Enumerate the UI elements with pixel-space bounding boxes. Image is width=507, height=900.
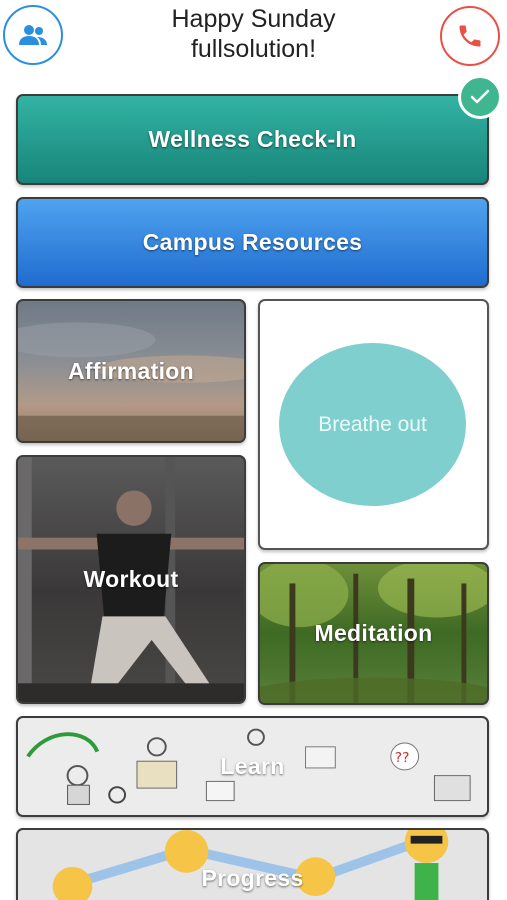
meditation-label: Meditation (314, 620, 433, 646)
affirmation-label: Affirmation (68, 357, 194, 384)
learn-label: Learn (220, 753, 285, 779)
workout-label: Workout (83, 566, 179, 592)
friends-icon (19, 25, 47, 45)
greeting-line-2: fullsolution! (190, 35, 317, 63)
friends-button[interactable] (3, 5, 63, 65)
campus-resources-label: Campus Resources (142, 229, 363, 255)
progress-tile[interactable]: Progress (16, 828, 489, 900)
call-button[interactable] (440, 6, 500, 66)
greeting-title: Happy Sunday fullsolution! (100, 4, 407, 64)
breathe-label: Breathe out (318, 412, 427, 436)
meditation-tile[interactable]: Meditation (258, 562, 489, 705)
campus-resources-button[interactable]: Campus Resources (16, 197, 489, 288)
wellness-check-in-label: Wellness Check-In (148, 126, 357, 152)
greeting-line-1: Happy Sunday (171, 5, 336, 33)
learn-tile[interactable]: ?? Learn (16, 716, 489, 817)
progress-label: Progress (201, 865, 304, 891)
checkmark-icon (470, 89, 490, 104)
phone-icon (459, 25, 481, 47)
svg-text:??: ?? (395, 750, 410, 766)
affirmation-tile[interactable]: Affirmation (16, 299, 246, 443)
breathe-circle[interactable]: Breathe out (279, 343, 466, 506)
wellness-check-in-button[interactable]: Wellness Check-In (16, 94, 489, 185)
completed-badge (458, 75, 502, 119)
workout-tile[interactable]: Workout (16, 455, 246, 704)
